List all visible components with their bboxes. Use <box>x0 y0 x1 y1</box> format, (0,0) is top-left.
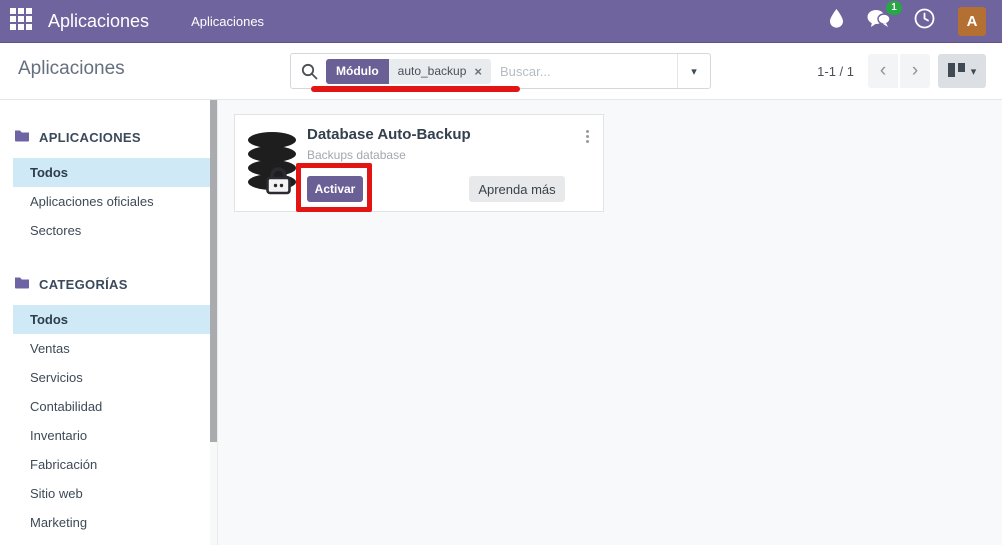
sidebar-item-fabricacion[interactable]: Fabricación <box>13 450 210 479</box>
sidebar-item-todos-categorias[interactable]: Todos <box>13 305 210 334</box>
systray: 1 A <box>829 1 1002 36</box>
search-options-toggle[interactable]: ▾ <box>677 54 710 88</box>
chevron-down-icon: ▾ <box>691 65 697 78</box>
pager: 1-1 / 1 ‹ › ▾ <box>817 53 986 89</box>
sidebar-item-contabilidad[interactable]: Contabilidad <box>13 392 210 421</box>
sidebar-section-aplicaciones: APLICACIONES Todos Aplicaciones oficiale… <box>0 129 210 245</box>
sidebar-section-header: CATEGORÍAS <box>0 276 210 292</box>
pager-range: 1-1 / 1 <box>817 63 854 79</box>
facet-remove-icon[interactable]: × <box>474 64 482 79</box>
topbar: Aplicaciones Aplicaciones 1 A <box>0 0 1002 43</box>
annotation-red-rectangle <box>296 163 372 212</box>
facet-value: auto_backup × <box>388 58 491 84</box>
message-count-badge: 1 <box>886 1 902 15</box>
folder-icon <box>14 129 30 145</box>
menu-item-aplicaciones[interactable]: Aplicaciones <box>191 14 264 29</box>
app-title[interactable]: Aplicaciones <box>48 11 149 32</box>
search-bar[interactable]: Módulo auto_backup × ▾ <box>290 53 711 89</box>
pager-previous-button[interactable]: ‹ <box>868 54 898 88</box>
sidebar-scrollbar[interactable] <box>210 100 217 545</box>
page-title: Aplicaciones <box>18 58 125 79</box>
messages-button[interactable]: 1 <box>867 1 902 33</box>
pager-next-button[interactable]: › <box>900 54 930 88</box>
sidebar: APLICACIONES Todos Aplicaciones oficiale… <box>0 100 210 545</box>
content-area: APLICACIONES Todos Aplicaciones oficiale… <box>0 100 1002 545</box>
learn-more-button[interactable]: Aprenda más <box>469 176 565 202</box>
facet-category-label: Módulo <box>326 58 389 84</box>
sidebar-item-servicios[interactable]: Servicios <box>13 363 210 392</box>
sidebar-item-marketing[interactable]: Marketing <box>13 508 210 537</box>
sidebar-item-recursos-humanos[interactable]: Recursos Humanos <box>13 537 210 545</box>
facet-value-text: auto_backup <box>397 64 467 78</box>
activities-button[interactable] <box>914 8 935 34</box>
clock-icon <box>914 8 935 34</box>
kanban-view-icon <box>947 62 965 80</box>
apps-grid-icon <box>10 7 32 35</box>
droplet-icon <box>829 9 844 33</box>
module-title: Database Auto-Backup <box>307 126 471 143</box>
module-subtitle: Backups database <box>307 148 406 162</box>
chevron-down-icon: ▾ <box>970 65 977 78</box>
scrollbar-thumb[interactable] <box>210 100 217 442</box>
sidebar-section-header: APLICACIONES <box>0 129 210 145</box>
sidebar-item-sitio-web[interactable]: Sitio web <box>13 479 210 508</box>
sidebar-section-title: APLICACIONES <box>39 129 141 145</box>
card-kebab-menu-icon[interactable] <box>583 127 592 146</box>
sidebar-item-sectores[interactable]: Sectores <box>13 216 210 245</box>
folder-icon <box>14 276 30 292</box>
search-icon <box>291 63 326 80</box>
user-avatar[interactable]: A <box>958 6 986 36</box>
sidebar-item-aplicaciones-oficiales[interactable]: Aplicaciones oficiales <box>13 187 210 216</box>
sidebar-item-ventas[interactable]: Ventas <box>13 334 210 363</box>
module-card[interactable]: Database Auto-Backup Backups database Ac… <box>234 114 604 212</box>
search-facet: Módulo auto_backup × <box>326 58 491 84</box>
sidebar-section-title: CATEGORÍAS <box>39 276 128 292</box>
sidebar-item-inventario[interactable]: Inventario <box>13 421 210 450</box>
apps-menu-button[interactable] <box>0 0 42 43</box>
view-switcher-button[interactable]: ▾ <box>938 54 986 88</box>
database-backup-icon <box>245 131 301 200</box>
search-input[interactable] <box>490 54 677 88</box>
sidebar-section-categorias: CATEGORÍAS Todos Ventas Servicios Contab… <box>0 276 210 545</box>
sidebar-item-todos-apps[interactable]: Todos <box>13 158 210 187</box>
support-droplet-button[interactable] <box>829 9 844 33</box>
annotation-red-underline <box>311 86 520 92</box>
